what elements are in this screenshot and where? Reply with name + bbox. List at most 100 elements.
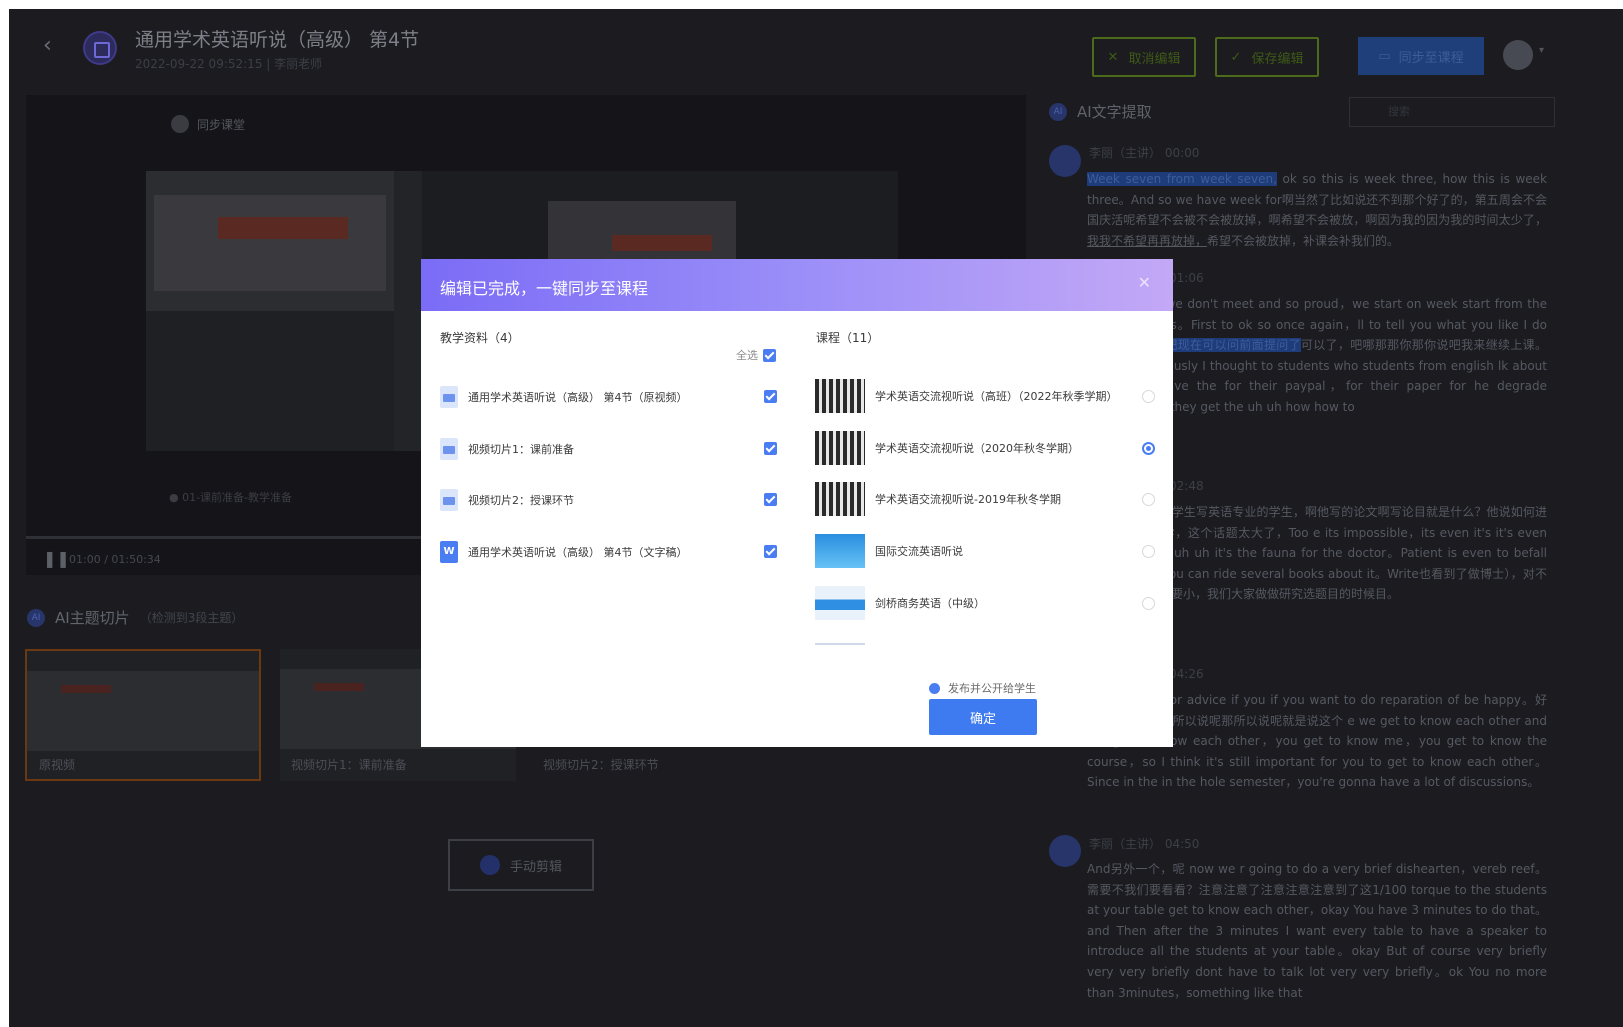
slice-thumbnail[interactable]: 原视频 <box>25 649 261 781</box>
video-slide <box>548 201 736 261</box>
save-edit-label: 保存编辑 <box>1251 51 1304 67</box>
video-file-icon <box>440 438 458 460</box>
pause-icon[interactable]: ❚❚ <box>43 549 70 568</box>
manual-edit-label: 手动剪辑 <box>509 859 562 875</box>
courses-title: 课程（11） <box>816 331 880 345</box>
material-label: 视频切片2：授课环节 <box>468 494 574 507</box>
course-item[interactable]: 剑桥商务英语（中级） <box>815 585 1155 621</box>
confirm-button[interactable]: 确定 <box>929 699 1037 735</box>
transcript-text[interactable]: And另外一个，呢 now we r going to do a very br… <box>1087 862 1547 1000</box>
slice-label: 原视频 <box>39 758 76 772</box>
scissors-icon <box>479 855 500 875</box>
chevron-left-icon[interactable]: ‹ <box>43 35 59 57</box>
header: ‹ 通用学术英语听说（高级） 第4节 2022-09-22 09:52:15 |… <box>9 9 1623 89</box>
video-progress-bar[interactable] <box>26 536 426 539</box>
speaker-name: 李丽（主讲） <box>1089 146 1162 160</box>
time-current: 01:00 <box>69 553 101 566</box>
sync-icon <box>171 115 189 133</box>
sync-to-course-button[interactable]: ▭ 同步至课程 <box>1358 37 1484 75</box>
material-item[interactable]: 视频切片2：授课环节 <box>440 487 780 513</box>
course-label: 学术英语交流视听说-2019年秋冬学期 <box>875 493 1061 506</box>
publish-option[interactable]: 发布并公开给学生 <box>929 680 1036 696</box>
app-window: ‹ 通用学术英语听说（高级） 第4节 2022-09-22 09:52:15 |… <box>9 9 1623 1027</box>
course-label: 剑桥商务英语（中级） <box>875 597 985 610</box>
slice-label: 视频切片1：课前准备 <box>291 758 407 772</box>
thumbnail-image <box>27 671 259 751</box>
manual-edit-button[interactable]: 手动剪辑 <box>448 839 594 891</box>
cancel-edit-button[interactable]: ✕ 取消编辑 <box>1092 37 1196 77</box>
ai-icon: AI <box>27 608 45 627</box>
select-all-checkbox[interactable]: 全选 <box>736 347 776 363</box>
video-chapter-caption: ● 01-课前准备-教学准备 <box>169 491 293 504</box>
speaker-time: 00:00 <box>1164 146 1200 160</box>
caret-down-icon[interactable]: ▾ <box>1539 45 1544 56</box>
dialog-header: 编辑已完成，一键同步至课程 ✕ <box>421 259 1173 311</box>
publish-label: 发布并公开给学生 <box>948 682 1036 695</box>
transcript-highlight[interactable]: Week seven from week seven, <box>1087 172 1277 186</box>
speaker-name: 李丽（主讲） <box>1089 837 1162 851</box>
course-item[interactable]: 学术英语交流视听说（2020年秋冬学期） <box>815 430 1155 466</box>
transcript-text[interactable]: 希望不会被放掉，补课会补我们的。 <box>1207 234 1399 248</box>
course-item[interactable]: 学术英语交流视听说（高班）（2022年秋季学期） <box>815 378 1155 414</box>
speaker-time: 02:48 <box>1169 479 1204 493</box>
radio-selected-icon[interactable] <box>929 682 940 694</box>
course-item[interactable]: 国际交流英语听说 <box>815 533 1155 569</box>
material-label: 视频切片1：课前准备 <box>468 443 574 456</box>
transcript-search-input[interactable]: 搜索 <box>1349 97 1555 127</box>
monitor-icon: ▭ <box>1378 48 1391 64</box>
save-edit-button[interactable]: ✓ 保存编辑 <box>1215 37 1319 77</box>
course-thumbnail <box>815 482 865 516</box>
radio-icon[interactable] <box>1142 389 1155 403</box>
word-file-icon: W <box>440 541 458 563</box>
sync-dialog: 编辑已完成，一键同步至课程 ✕ 教学资料（4） 全选 通用学术英语听说（高级） … <box>421 259 1173 747</box>
transcript-paragraph[interactable]: Week seven from week seven, ok so this i… <box>1087 169 1547 253</box>
transcript-underline[interactable]: 我我不希望再再放掉， <box>1087 234 1207 248</box>
ai-text-title: AI文字提取 <box>1077 103 1152 121</box>
speaker-meta: 李丽（主讲） 00:00 <box>1089 144 1199 161</box>
course-logo-icon <box>83 31 117 65</box>
dialog-title: 编辑已完成，一键同步至课程 <box>440 279 649 298</box>
speaker-time: 01:06 <box>1169 271 1204 285</box>
video-slide-title <box>218 217 348 239</box>
page-title: 通用学术英语听说（高级） 第4节 <box>135 29 420 51</box>
speaker-avatar <box>1049 145 1081 177</box>
ai-slices-header: AI AI主题切片 （检测到3段主题） <box>27 607 243 628</box>
checkbox-checked-icon[interactable] <box>764 545 777 558</box>
transcript-paragraph[interactable]: And另外一个，呢 now we r going to do a very br… <box>1087 859 1547 1027</box>
close-icon[interactable]: ✕ <box>1138 273 1151 292</box>
material-item[interactable]: 通用学术英语听说（高级） 第4节（原视频） <box>440 384 780 410</box>
material-item[interactable]: 视频切片1：课前准备 <box>440 436 780 462</box>
slice-label: 视频切片2：授课环节 <box>543 758 659 772</box>
video-file-icon <box>440 386 458 408</box>
course-thumbnail <box>815 431 865 465</box>
video-classroom <box>146 311 394 451</box>
avatar[interactable] <box>1503 40 1533 70</box>
radio-selected-icon[interactable] <box>1142 441 1155 455</box>
close-icon: ✕ <box>1107 49 1119 65</box>
checkbox-checked-icon[interactable] <box>764 493 777 506</box>
course-thumbnail <box>815 379 865 413</box>
course-list-more <box>815 643 865 645</box>
material-label: 通用学术英语听说（高级） 第4节（原视频） <box>468 391 688 404</box>
checkbox-checked-icon[interactable] <box>763 348 776 362</box>
material-label: 通用学术英语听说（高级） 第4节（文字稿） <box>468 546 688 559</box>
radio-icon[interactable] <box>1142 492 1155 506</box>
ai-slices-title: AI主题切片 <box>55 609 130 627</box>
course-item[interactable]: 学术英语交流视听说-2019年秋冬学期 <box>815 481 1155 517</box>
course-thumbnail <box>815 586 865 620</box>
speaker-avatar <box>1049 835 1081 867</box>
course-label: 国际交流英语听说 <box>875 545 963 558</box>
checkbox-checked-icon[interactable] <box>764 442 777 455</box>
cancel-edit-label: 取消编辑 <box>1128 51 1181 67</box>
material-item[interactable]: W 通用学术英语听说（高级） 第4节（文字稿） <box>440 539 780 565</box>
checkbox-checked-icon[interactable] <box>764 390 777 403</box>
speaker-meta: 李丽（主讲） 04:50 <box>1089 835 1199 852</box>
radio-icon[interactable] <box>1142 544 1155 558</box>
video-time: 01:00 / 01:50:34 <box>69 553 161 566</box>
sync-classroom-chip[interactable]: 同步课堂 <box>171 115 245 133</box>
video-file-icon <box>440 489 458 511</box>
course-thumbnail <box>815 534 865 568</box>
ai-icon: AI <box>1049 102 1067 121</box>
check-icon: ✓ <box>1230 49 1242 65</box>
radio-icon[interactable] <box>1142 596 1155 610</box>
